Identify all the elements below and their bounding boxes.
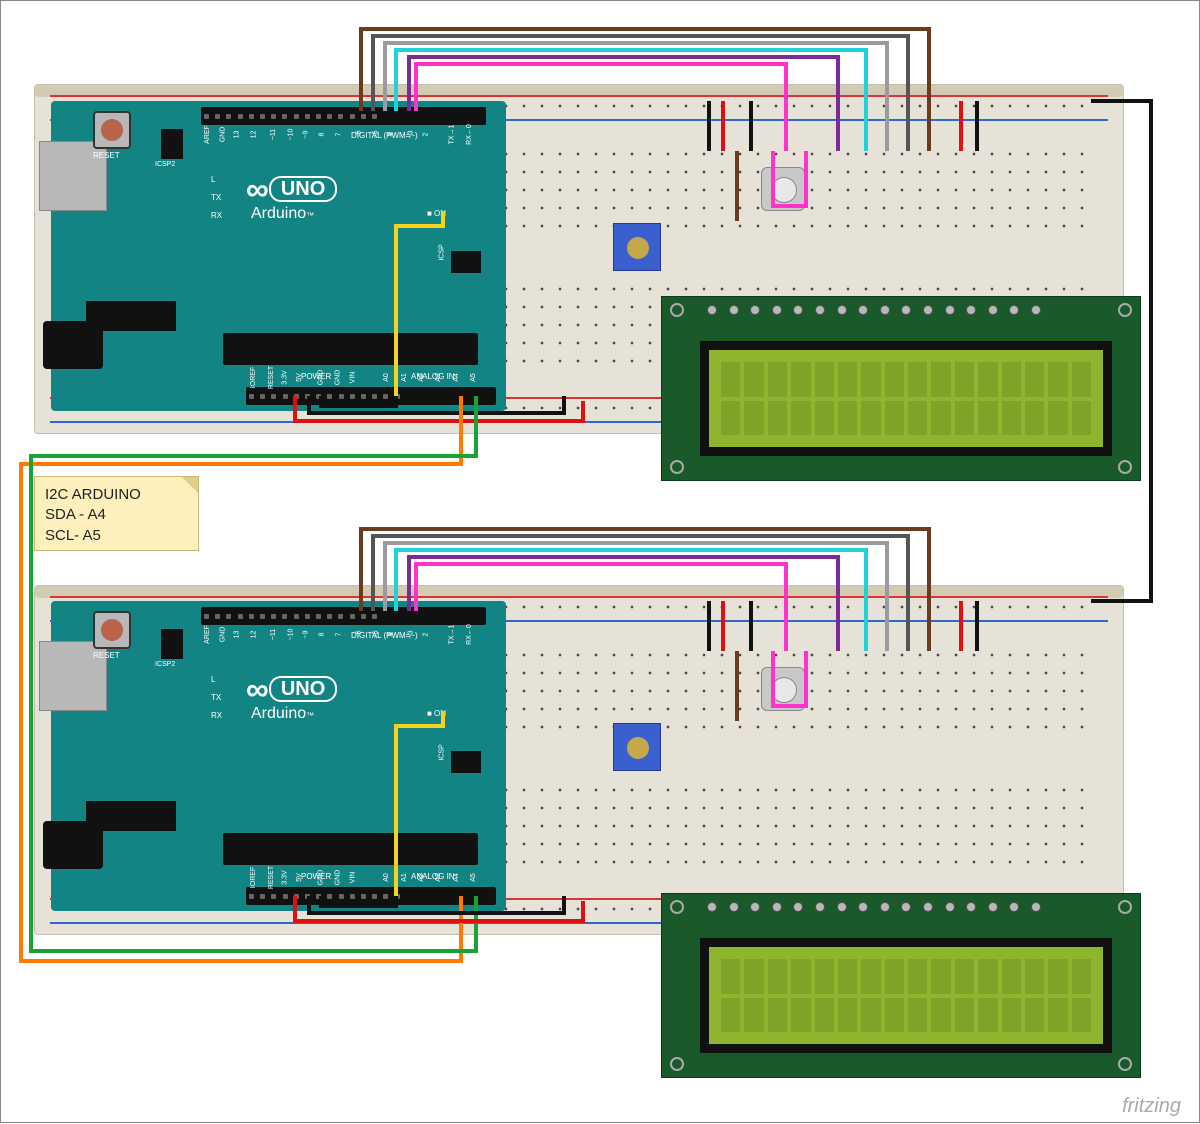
lcd-pin-header[interactable] — [707, 902, 1041, 912]
lcd-cells — [721, 362, 1091, 435]
reset-button[interactable] — [93, 111, 131, 149]
lcd-16x2-bottom — [661, 893, 1141, 1078]
fritzing-watermark: fritzing — [1122, 1095, 1181, 1118]
power-analog-header[interactable] — [246, 887, 496, 905]
lcd-16x2-top — [661, 296, 1141, 481]
potentiometer-bottom[interactable] — [613, 723, 661, 771]
power-analog-header[interactable] — [246, 387, 496, 405]
lcd-pin-header[interactable] — [707, 305, 1041, 315]
arduino-uno-slave: RESET ICSP2 LTXRX ∞UNO Arduino™ ■ ON ICS… — [51, 601, 506, 911]
sticky-note: I2C ARDUINO SDA - A4 SCL- A5 — [34, 476, 199, 551]
arduino-uno-master: RESET ICSP2 LTXRX ∞UNO Arduino™ ■ ON ICS… — [51, 101, 506, 411]
reset-button[interactable] — [93, 611, 131, 649]
push-button-top[interactable] — [761, 167, 805, 211]
circuit-canvas: RESET ICSP2 LTXRX ∞UNO Arduino™ ■ ON ICS… — [0, 0, 1200, 1123]
potentiometer-top[interactable] — [613, 223, 661, 271]
digital-header[interactable] — [201, 107, 486, 125]
push-button-bottom[interactable] — [761, 667, 805, 711]
digital-header[interactable] — [201, 607, 486, 625]
lcd-cells — [721, 959, 1091, 1032]
